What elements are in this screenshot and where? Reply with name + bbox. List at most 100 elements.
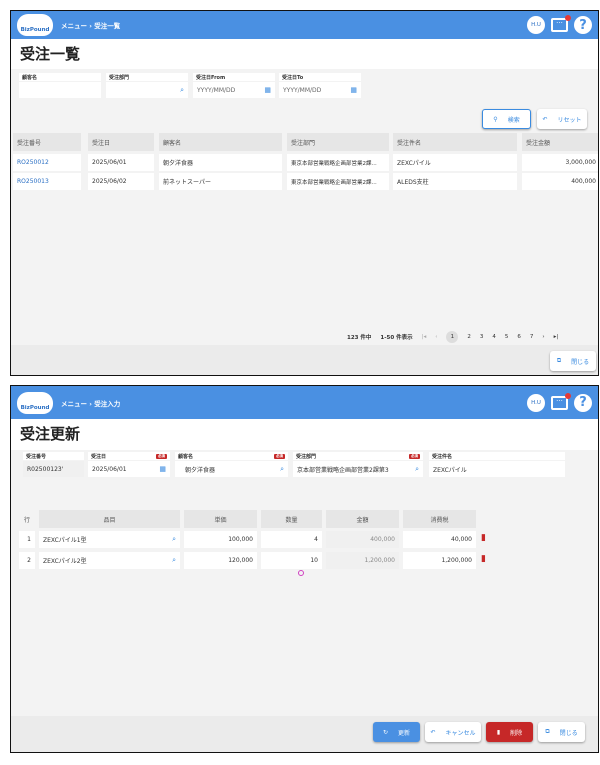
refresh-icon: ↻: [382, 728, 388, 736]
lookup-icon[interactable]: ⌕: [415, 465, 419, 474]
search-button[interactable]: ⚲ 検索: [482, 109, 531, 129]
order-no-link[interactable]: RO250013: [13, 173, 81, 190]
footer-bar: ⧉ 閉じる: [11, 345, 598, 375]
user-avatar[interactable]: H.U: [527, 16, 545, 34]
page-title: 受注更新: [11, 419, 598, 450]
close-label: 閉じる: [571, 358, 590, 366]
label-text: 受注部門: [296, 454, 317, 460]
label-text: 受注日: [91, 454, 107, 460]
customer-field: 顧客名 必須 朝夕洋食器 ⌕: [175, 452, 288, 477]
chat-icon[interactable]: ···: [551, 392, 571, 410]
trash-icon[interactable]: ▮: [481, 554, 486, 564]
item-input[interactable]: ZEXCパイル1型 ⌕: [39, 531, 180, 548]
page-7[interactable]: 7: [530, 334, 534, 340]
trash-icon[interactable]: ▮: [481, 533, 486, 543]
breadcrumb[interactable]: メニュー › 受注入力: [61, 398, 120, 408]
col-order-no[interactable]: 受注番号: [13, 133, 81, 151]
field-label: 受注番号: [23, 452, 84, 460]
price-input[interactable]: 100,000: [184, 531, 257, 548]
lookup-icon[interactable]: ⌕: [172, 535, 176, 544]
qty-input[interactable]: 4: [261, 531, 322, 548]
col-order-date[interactable]: 受注日: [88, 133, 154, 151]
search-icon: ⚲: [493, 115, 498, 123]
customer-input[interactable]: [19, 82, 101, 98]
last-page-icon[interactable]: ▸|: [554, 334, 559, 340]
field-label: 顧客名: [19, 73, 101, 81]
calendar-icon[interactable]: ▦: [264, 86, 271, 94]
help-icon[interactable]: ?: [574, 393, 592, 412]
chat-icon[interactable]: ···: [551, 15, 571, 32]
order-list-screen: BizPound メニュー › 受注一覧 H.U ··· ? 受注一覧 顧客名 …: [10, 10, 599, 376]
update-button[interactable]: ↻ 更新: [373, 722, 420, 742]
page-6[interactable]: 6: [517, 334, 521, 340]
page-4[interactable]: 4: [492, 334, 496, 340]
amount-value: 400,000: [326, 531, 399, 548]
page-3[interactable]: 3: [480, 334, 484, 340]
amount-value: 1,200,000: [326, 552, 399, 569]
reset-label: リセット: [557, 116, 582, 124]
help-icon[interactable]: ?: [574, 16, 592, 34]
page-5[interactable]: 5: [505, 334, 509, 340]
placeholder: YYYY/MM/DD: [283, 86, 322, 94]
date-to-input[interactable]: YYYY/MM/DD ▦: [279, 82, 361, 98]
dept-input[interactable]: ⌕: [106, 82, 188, 98]
range-text: 1-50 件表示: [380, 335, 413, 341]
lookup-icon[interactable]: ⌕: [280, 465, 284, 474]
qty-input[interactable]: 10: [261, 552, 322, 569]
lookup-icon[interactable]: ⌕: [180, 86, 184, 95]
breadcrumb[interactable]: メニュー › 受注一覧: [61, 20, 120, 30]
field-label: 受注部門 必須: [293, 452, 423, 460]
lookup-icon[interactable]: ⌕: [172, 556, 176, 565]
item-input[interactable]: ZEXCパイル2型 ⌕: [39, 552, 180, 569]
order-edit-screen: BizPound メニュー › 受注入力 H.U ··· ? 受注更新 受注番号…: [10, 385, 599, 753]
notification-dot: [565, 15, 571, 21]
required-badge: 必須: [274, 454, 285, 459]
tax-input[interactable]: 1,200,000: [403, 552, 476, 569]
col-customer[interactable]: 顧客名: [159, 133, 282, 151]
value-text: ZEXCパイル1型: [43, 537, 87, 544]
subject-input[interactable]: ZEXCパイル: [429, 461, 565, 477]
prev-page-icon[interactable]: ‹: [435, 334, 437, 340]
col-subject[interactable]: 受注件名: [393, 133, 517, 151]
tax-input[interactable]: 40,000: [403, 531, 476, 548]
placeholder: YYYY/MM/DD: [197, 86, 236, 94]
col-dept[interactable]: 受注部門: [287, 133, 389, 151]
page-2[interactable]: 2: [467, 334, 471, 340]
cancel-button[interactable]: ↶ キャンセル: [425, 722, 481, 742]
date-from-input[interactable]: YYYY/MM/DD ▦: [193, 82, 275, 98]
row-number: 2: [19, 552, 35, 569]
close-button[interactable]: ⧉ 閉じる: [550, 351, 596, 371]
next-page-icon[interactable]: ›: [542, 334, 544, 340]
col-amount[interactable]: 受注金額: [522, 133, 598, 151]
dept: 東京本部営業戦略企画部営業2課...: [287, 154, 389, 171]
order-date-input[interactable]: 2025/06/01 ▦: [88, 461, 170, 477]
customer-input[interactable]: 朝夕洋食器 ⌕: [175, 461, 288, 477]
value-text: ZEXCパイル2型: [43, 558, 87, 565]
first-page-icon[interactable]: |◂: [422, 334, 427, 340]
close-button[interactable]: ⧉ 閉じる: [538, 722, 585, 742]
customer: 前ネットスーパー: [159, 173, 282, 190]
dept: 東京本部営業戦略企画部営業2課...: [287, 173, 389, 190]
order-no-link[interactable]: RO250012: [13, 154, 81, 171]
col-item: 品目: [39, 510, 180, 528]
user-avatar[interactable]: H.U: [527, 393, 545, 412]
reset-icon: ↶: [542, 115, 548, 123]
field-label: 受注日 必須: [88, 452, 170, 460]
value-text: 2025/06/01: [92, 465, 127, 473]
delete-button[interactable]: ▮ 削除: [486, 722, 533, 742]
calendar-icon[interactable]: ▦: [159, 465, 166, 473]
bizpound-logo[interactable]: BizPound: [17, 391, 53, 414]
field-label: 受注日From: [193, 73, 275, 81]
order-date: 2025/06/02: [88, 173, 154, 190]
cursor-indicator: [298, 570, 304, 576]
dept-filter: 受注部門 ⌕: [106, 73, 188, 98]
page-1[interactable]: 1: [446, 331, 459, 343]
dept-input[interactable]: 京本部営業戦略企画部営業2課第3 ⌕: [293, 461, 423, 477]
reset-button[interactable]: ↶ リセット: [537, 109, 587, 129]
value-text: 朝夕洋食器: [185, 466, 216, 474]
price-input[interactable]: 120,000: [184, 552, 257, 569]
customer-filter: 顧客名: [19, 73, 101, 98]
calendar-icon[interactable]: ▦: [350, 86, 357, 94]
bizpound-logo[interactable]: BizPound: [17, 14, 53, 36]
col-qty: 数量: [261, 510, 322, 528]
